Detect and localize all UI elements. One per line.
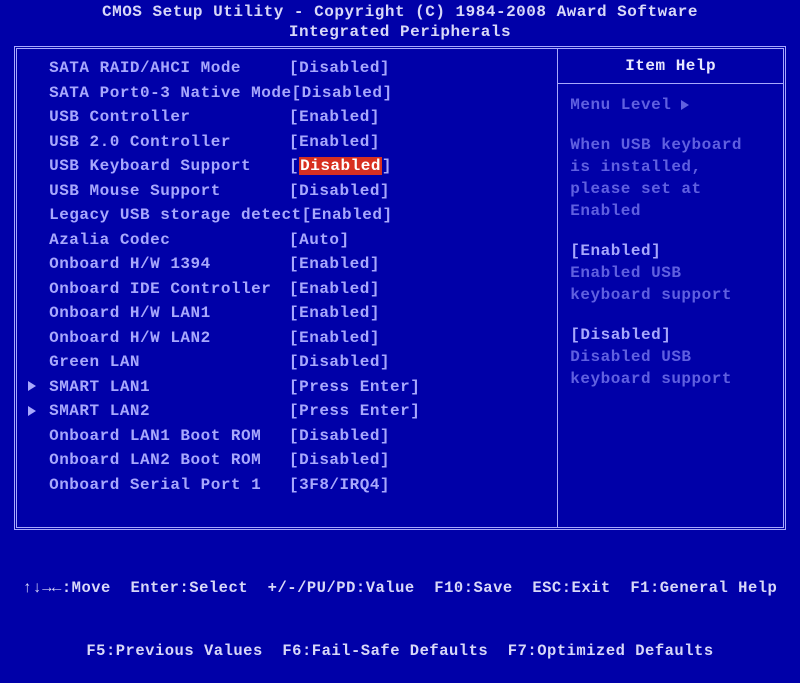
setting-row[interactable]: USB 2.0 Controller[Enabled] bbox=[25, 131, 549, 154]
setting-label: USB 2.0 Controller bbox=[39, 131, 289, 154]
setting-value[interactable]: [Disabled] bbox=[289, 57, 390, 80]
setting-label: Green LAN bbox=[39, 351, 289, 374]
setting-label: Onboard LAN2 Boot ROM bbox=[39, 449, 289, 472]
submenu-marker-icon bbox=[25, 376, 39, 399]
setting-value[interactable]: [Press Enter] bbox=[289, 376, 420, 399]
setting-label: SATA RAID/AHCI Mode bbox=[39, 57, 289, 80]
setting-row[interactable]: Onboard LAN2 Boot ROM[Disabled] bbox=[25, 449, 549, 472]
header-subtitle: Integrated Peripherals bbox=[0, 22, 800, 42]
header: CMOS Setup Utility - Copyright (C) 1984-… bbox=[0, 0, 800, 42]
setting-value[interactable]: [Disabled] bbox=[289, 449, 390, 472]
submenu-marker-icon bbox=[25, 400, 39, 423]
settings-list[interactable]: SATA RAID/AHCI Mode[Disabled] SATA Port0… bbox=[17, 49, 558, 527]
setting-row[interactable]: SATA Port0-3 Native Mode[Disabled] bbox=[25, 82, 549, 105]
setting-value[interactable]: [Enabled] bbox=[289, 106, 380, 129]
setting-label: USB Mouse Support bbox=[39, 180, 289, 203]
help-option-enabled-label: [Enabled] bbox=[570, 240, 771, 262]
setting-label: Onboard Serial Port 1 bbox=[39, 474, 289, 497]
setting-value[interactable]: [Enabled] bbox=[289, 253, 380, 276]
setting-label: Onboard LAN1 Boot ROM bbox=[39, 425, 289, 448]
setting-row[interactable]: Onboard H/W 1394[Enabled] bbox=[25, 253, 549, 276]
setting-value[interactable]: [Enabled] bbox=[289, 278, 380, 301]
help-panel: Item Help Menu Level When USB keyboard i… bbox=[558, 49, 783, 527]
setting-value[interactable]: [Disabled] bbox=[289, 180, 390, 203]
setting-row[interactable]: SATA RAID/AHCI Mode[Disabled] bbox=[25, 57, 549, 80]
setting-label: Azalia Codec bbox=[39, 229, 289, 252]
triangle-right-icon bbox=[681, 100, 689, 110]
setting-value[interactable]: [Press Enter] bbox=[289, 400, 420, 423]
footer-line-2: F5:Previous Values F6:Fail-Safe Defaults… bbox=[0, 641, 800, 662]
setting-label: USB Controller bbox=[39, 106, 289, 129]
setting-label: SATA Port0-3 Native Mode bbox=[39, 82, 292, 105]
setting-value[interactable]: [Disabled] bbox=[289, 425, 390, 448]
setting-label: Legacy USB storage detect bbox=[39, 204, 302, 227]
setting-row[interactable]: Azalia Codec[Auto] bbox=[25, 229, 549, 252]
setting-row[interactable]: Onboard H/W LAN1[Enabled] bbox=[25, 302, 549, 325]
setting-value[interactable]: [Enabled] bbox=[289, 302, 380, 325]
setting-label: Onboard IDE Controller bbox=[39, 278, 289, 301]
help-option-enabled-desc: Enabled USB keyboard support bbox=[570, 262, 771, 306]
setting-label: USB Keyboard Support bbox=[39, 155, 289, 178]
setting-row[interactable]: Legacy USB storage detect[Enabled] bbox=[25, 204, 549, 227]
setting-row[interactable]: Onboard H/W LAN2[Enabled] bbox=[25, 327, 549, 350]
footer-line-1: ↑↓→←:Move Enter:Select +/-/PU/PD:Value F… bbox=[0, 578, 800, 599]
setting-label: Onboard H/W LAN2 bbox=[39, 327, 289, 350]
help-title: Item Help bbox=[558, 49, 783, 84]
main-frame: SATA RAID/AHCI Mode[Disabled] SATA Port0… bbox=[14, 46, 786, 530]
setting-row[interactable]: SMART LAN1[Press Enter] bbox=[25, 376, 549, 399]
setting-value[interactable]: [Disabled] bbox=[289, 351, 390, 374]
menu-level-row: Menu Level bbox=[570, 94, 771, 116]
setting-row[interactable]: Onboard LAN1 Boot ROM[Disabled] bbox=[25, 425, 549, 448]
setting-row[interactable]: Green LAN[Disabled] bbox=[25, 351, 549, 374]
help-option-disabled-desc: Disabled USB keyboard support bbox=[570, 346, 771, 390]
setting-label: SMART LAN2 bbox=[39, 400, 289, 423]
setting-row[interactable]: USB Keyboard Support[Disabled] bbox=[25, 155, 549, 178]
setting-row[interactable]: USB Mouse Support[Disabled] bbox=[25, 180, 549, 203]
menu-level-label: Menu Level bbox=[570, 94, 671, 116]
help-description: When USB keyboard is installed, please s… bbox=[570, 134, 771, 222]
setting-label: Onboard H/W 1394 bbox=[39, 253, 289, 276]
help-option-disabled-label: [Disabled] bbox=[570, 324, 771, 346]
setting-label: Onboard H/W LAN1 bbox=[39, 302, 289, 325]
setting-value[interactable]: [Enabled] bbox=[302, 204, 393, 227]
setting-row[interactable]: Onboard IDE Controller[Enabled] bbox=[25, 278, 549, 301]
header-title: CMOS Setup Utility - Copyright (C) 1984-… bbox=[0, 2, 800, 22]
setting-row[interactable]: SMART LAN2[Press Enter] bbox=[25, 400, 549, 423]
setting-label: SMART LAN1 bbox=[39, 376, 289, 399]
setting-value[interactable]: [Enabled] bbox=[289, 131, 380, 154]
setting-value[interactable]: [Disabled] bbox=[292, 82, 393, 105]
setting-row[interactable]: Onboard Serial Port 1[3F8/IRQ4] bbox=[25, 474, 549, 497]
help-body: Menu Level When USB keyboard is installe… bbox=[558, 84, 783, 400]
setting-value[interactable]: [Enabled] bbox=[289, 327, 380, 350]
footer: ↑↓→←:Move Enter:Select +/-/PU/PD:Value F… bbox=[0, 534, 800, 683]
setting-row[interactable]: USB Controller[Enabled] bbox=[25, 106, 549, 129]
setting-value[interactable]: [3F8/IRQ4] bbox=[289, 474, 390, 497]
setting-value[interactable]: [Auto] bbox=[289, 229, 350, 252]
setting-value[interactable]: [Disabled] bbox=[289, 155, 392, 178]
